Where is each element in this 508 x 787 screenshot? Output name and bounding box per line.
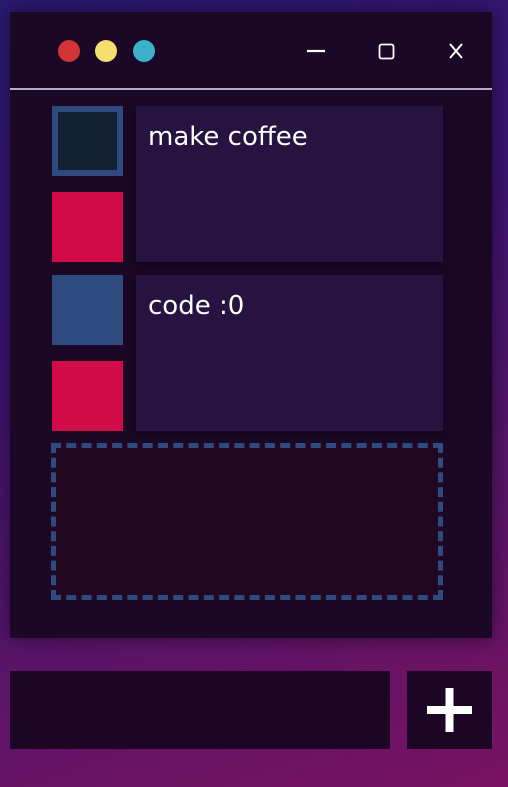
add-todo-button[interactable] <box>407 671 492 749</box>
todo-drop-zone[interactable] <box>51 443 443 600</box>
minus-icon <box>307 49 325 53</box>
app-window: make coffee code :0 <box>10 12 492 638</box>
todo-item: make coffee <box>52 106 443 262</box>
new-todo-input[interactable] <box>10 671 390 749</box>
title-bar-divider <box>10 88 492 90</box>
delete-button[interactable] <box>52 361 123 431</box>
maximize-button[interactable] <box>371 36 401 66</box>
delete-button[interactable] <box>52 192 123 262</box>
complete-checkbox[interactable] <box>52 106 123 176</box>
plus-icon <box>427 688 472 732</box>
zoom-traffic-light[interactable] <box>133 40 155 62</box>
complete-checkbox[interactable] <box>52 275 123 345</box>
todo-item: code :0 <box>52 275 443 431</box>
todo-text[interactable]: make coffee <box>136 106 443 262</box>
square-icon <box>378 43 395 60</box>
x-icon <box>449 43 463 59</box>
close-button[interactable] <box>441 36 471 66</box>
minimize-button[interactable] <box>301 36 331 66</box>
minimize-traffic-light[interactable] <box>95 40 117 62</box>
title-bar[interactable] <box>10 12 492 89</box>
todo-text[interactable]: code :0 <box>136 275 443 431</box>
close-traffic-light[interactable] <box>58 40 80 62</box>
